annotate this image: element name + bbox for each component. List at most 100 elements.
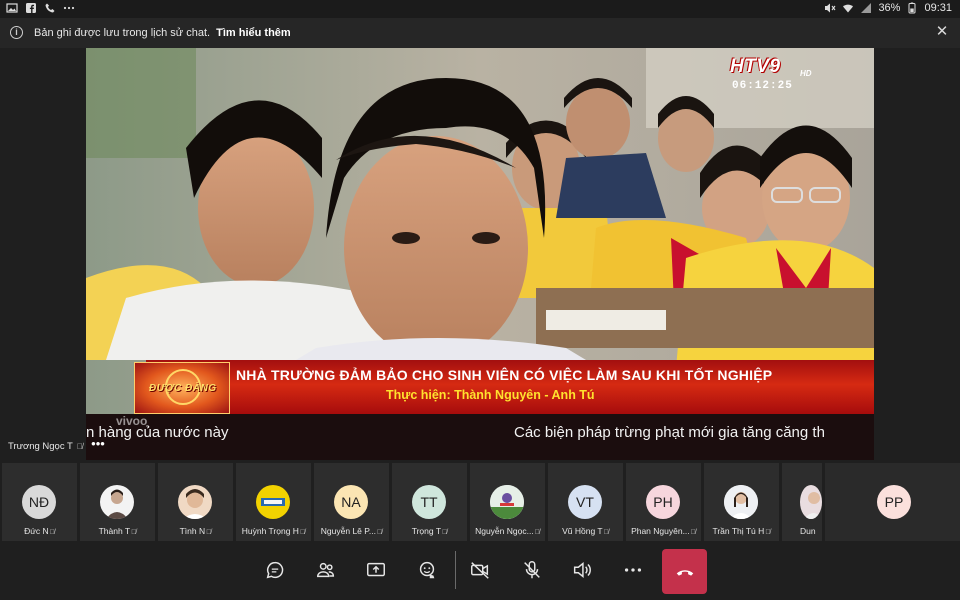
clock: 09:31 — [924, 2, 952, 14]
news-credit: Thực hiện: Thành Nguyên - Anh Tú — [386, 388, 595, 402]
share-screen-button[interactable] — [361, 555, 391, 585]
teams-meeting-screen: 36% 09:31 i Bản ghi được lưu trong lịch … — [0, 0, 960, 600]
learn-more-link[interactable]: Tìm hiểu thêm — [216, 27, 291, 39]
more-options-icon[interactable]: ••• — [90, 436, 106, 454]
participant-name: Nguyễn Lê P...🎙̸ — [316, 526, 387, 536]
avatar-initials: TT — [420, 494, 438, 510]
more-icon — [624, 568, 642, 572]
participant-name-text: Trọng T — [411, 526, 442, 536]
battery-percent: 36% — [878, 2, 901, 14]
recording-notice-banner: i Bản ghi được lưu trong lịch sử chat. T… — [0, 18, 960, 48]
avatar: NĐ — [22, 485, 56, 519]
avatar-photo — [804, 492, 822, 519]
camera-toggle-button[interactable] — [465, 555, 495, 585]
participant-name: Huỳnh Trọng H🎙̸ — [238, 526, 309, 536]
image-icon — [6, 3, 18, 13]
participant-name: Dun — [800, 526, 820, 536]
participant-name: Trần Thị Tú H🎙̸ — [706, 526, 777, 536]
avatar-initials: VT — [576, 494, 594, 510]
avatar — [490, 485, 524, 519]
mic-off-icon: 🎙̸ — [49, 529, 55, 536]
speaker-icon — [573, 562, 591, 578]
participant-name-text: Tình N — [179, 526, 206, 536]
participant-name-text: Dun — [800, 526, 816, 536]
avatar-photo — [183, 489, 207, 519]
phone-icon — [45, 3, 55, 13]
mic-off-icon: 🎙̸ — [206, 529, 212, 536]
participant-tile[interactable]: NĐ Đức N🎙̸ — [2, 463, 77, 541]
mic-off-icon: 🎙̸ — [765, 529, 771, 536]
camera-off-icon — [471, 562, 489, 579]
participant-tile[interactable]: VT Vũ Hồng T🎙̸ — [548, 463, 623, 541]
share-screen-icon — [367, 562, 385, 577]
notice-message: Bản ghi được lưu trong lịch sử chat. — [34, 27, 211, 39]
participant-name: Vũ Hồng T🎙̸ — [550, 526, 621, 536]
participant-name: Đức N🎙̸ — [4, 526, 75, 536]
shared-video[interactable]: HTV9 HD 06:12:25 ĐƯỢC ĐÀNG NHÀ TRƯỜNG ĐẢ… — [86, 48, 874, 460]
mic-off-icon: 🎙̸ — [603, 529, 609, 536]
mic-off-icon: 🎙̸ — [376, 529, 383, 536]
hang-up-icon — [676, 569, 693, 576]
participant-name: Nguyễn Ngọc...🎙̸ — [472, 526, 543, 536]
participant-name-text: Nguyễn Lê P... — [320, 526, 376, 536]
close-icon[interactable]: ✕ — [934, 24, 950, 40]
status-bar: 36% 09:31 — [0, 0, 960, 18]
participant-tile[interactable]: Thành T🎙̸ — [80, 463, 155, 541]
participant-tile[interactable]: NA Nguyễn Lê P...🎙̸ — [314, 463, 389, 541]
raise-hand-button[interactable] — [412, 555, 442, 585]
participant-name-text: Huỳnh Trọng H — [241, 526, 299, 536]
participant-name: Tình N🎙̸ — [160, 526, 231, 536]
signal-icon — [861, 3, 872, 13]
wifi-icon — [843, 4, 854, 13]
avatar — [800, 485, 822, 519]
avatar-initials: PP — [884, 494, 904, 510]
news-ticker: vivoo n hàng của nước này Các biện pháp … — [86, 414, 874, 460]
participant-name-text: Trần Thị Tú H — [712, 526, 765, 536]
news-headline: NHÀ TRƯỜNG ĐẢM BẢO CHO SINH VIÊN CÓ VIỆC… — [236, 367, 773, 383]
call-controls-bar — [0, 543, 960, 600]
avatar-initials: NĐ — [28, 494, 50, 510]
mic-off-icon: 🎙̸ — [534, 529, 540, 536]
more-icon — [63, 6, 75, 10]
avatar: PP — [877, 485, 911, 519]
hang-up-button[interactable] — [662, 549, 707, 594]
channel-hd: HD — [800, 69, 812, 78]
avatar-photo — [724, 485, 758, 519]
mic-off-icon: 🎙̸ — [442, 529, 448, 536]
badge-text: ĐƯỢC ĐÀNG — [149, 383, 217, 394]
participant-tile[interactable]: PP — [825, 463, 960, 541]
avatar-initials: PH — [653, 494, 673, 510]
participant-tile[interactable]: Huỳnh Trọng H🎙̸ — [236, 463, 311, 541]
mic-off-icon: 🎙̸ — [299, 529, 306, 536]
participant-tile[interactable]: Dun — [782, 463, 822, 541]
facebook-icon — [26, 3, 36, 13]
avatar: TT — [412, 485, 446, 519]
speaker-button[interactable] — [567, 555, 597, 585]
ticker-text-right: Các biện pháp trừng phạt mới gia tăng că… — [514, 424, 825, 441]
avatar — [178, 485, 212, 519]
mic-toggle-button[interactable] — [517, 555, 547, 585]
participant-name-text: Nguyễn Ngọc... — [475, 526, 534, 536]
avatar-photo — [257, 486, 289, 518]
news-lower-third: ĐƯỢC ĐÀNG NHÀ TRƯỜNG ĐẢM BẢO CHO SINH VI… — [86, 360, 874, 414]
avatar: NA — [334, 485, 368, 519]
participant-name-text: Thành T — [98, 526, 131, 536]
participant-tile[interactable]: PH Phan Nguyên...🎙̸ — [626, 463, 701, 541]
participant-tile[interactable]: Trần Thị Tú H🎙̸ — [704, 463, 779, 541]
battery-icon — [908, 2, 916, 14]
participant-name-text: Phan Nguyên... — [631, 526, 690, 536]
participant-tile[interactable]: Nguyễn Ngọc...🎙̸ — [470, 463, 545, 541]
participant-tile[interactable]: Tình N🎙̸ — [158, 463, 233, 541]
participant-tile[interactable]: TT Trọng T🎙̸ — [392, 463, 467, 541]
more-actions-button[interactable] — [618, 555, 648, 585]
avatar: PH — [646, 485, 680, 519]
participant-name-text: Vũ Hồng T — [562, 526, 603, 536]
chat-button[interactable] — [260, 555, 290, 585]
channel-name: HTV9 — [730, 56, 781, 77]
speaker-name: Trương Ngọc T — [8, 440, 73, 452]
participants-button[interactable] — [311, 555, 341, 585]
participant-name: Trọng T🎙̸ — [394, 526, 465, 536]
participant-name: Thành T🎙̸ — [82, 526, 153, 536]
avatar-initials: NA — [341, 494, 361, 510]
info-icon: i — [10, 26, 23, 39]
